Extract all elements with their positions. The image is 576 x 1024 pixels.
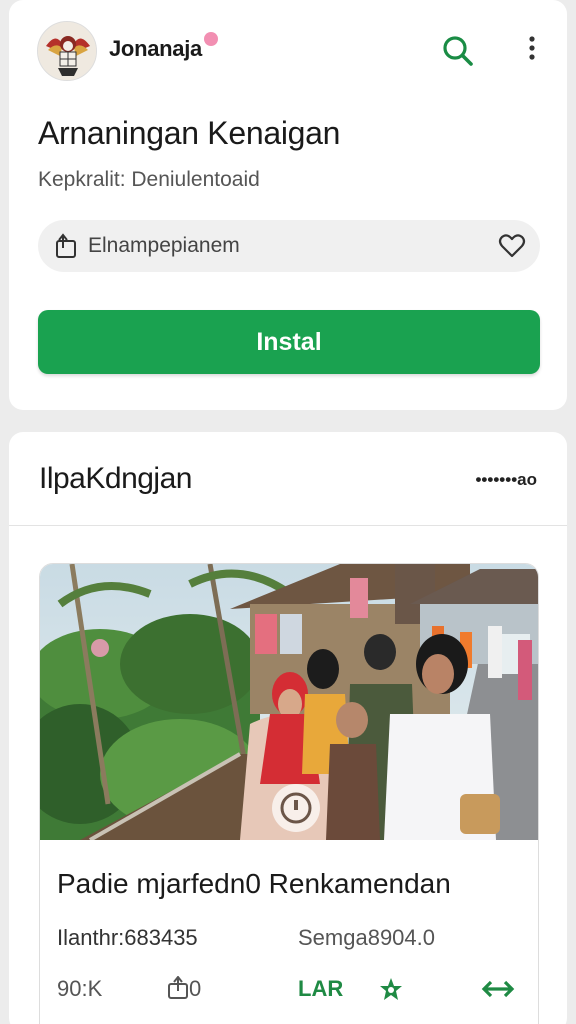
share-icon[interactable]	[54, 233, 78, 259]
notification-dot	[203, 32, 218, 46]
item-meta-right: Semga8904.0	[298, 925, 435, 950]
item-meta-left: Ilanthr:683435	[57, 925, 198, 950]
share-wishlist-bar[interactable]: Elnampepianem	[38, 220, 540, 272]
more-options-button[interactable]	[521, 34, 543, 64]
heart-icon[interactable]	[498, 233, 526, 259]
app-subtitle: Kepkralit: Deniulentoaid	[38, 168, 260, 191]
app-name-text: Jonanaja	[109, 36, 202, 61]
install-button[interactable]: Instal	[38, 310, 540, 374]
section-title: IlpaKdngjan	[39, 462, 192, 495]
search-button[interactable]	[441, 34, 475, 68]
see-more-link[interactable]: •••••••ao	[475, 470, 537, 490]
recommendations-card: IlpaKdngjan •••••••ao Padie mjarfedn0 Re…	[9, 432, 567, 1024]
share-count-value: 0	[189, 976, 202, 1001]
item-tag: LAR	[298, 976, 344, 1001]
pill-label: Elnampepianem	[88, 234, 240, 257]
share-icon	[168, 975, 188, 999]
village-photo	[40, 564, 538, 840]
app-header-card: Jonanaja Arnaningan Kenaigan Kepkralit: …	[9, 0, 567, 410]
app-name: Jonanaja	[109, 32, 218, 62]
garuda-emblem-icon	[38, 22, 96, 80]
app-title: Arnaningan Kenaigan	[38, 115, 341, 151]
double-arrow-icon[interactable]	[480, 976, 516, 1002]
search-icon	[443, 36, 473, 66]
divider	[9, 525, 567, 526]
item-title: Padie mjarfedn0 Renkamendan	[57, 868, 451, 899]
more-vertical-icon	[529, 36, 535, 60]
recommendation-item[interactable]: Padie mjarfedn0 Renkamendan Ilanthr:6834…	[39, 563, 539, 1024]
app-avatar[interactable]	[37, 21, 97, 81]
star-icon[interactable]	[378, 976, 404, 1002]
download-count: 90:K	[57, 976, 103, 1001]
share-count[interactable]: 0	[167, 975, 202, 1002]
